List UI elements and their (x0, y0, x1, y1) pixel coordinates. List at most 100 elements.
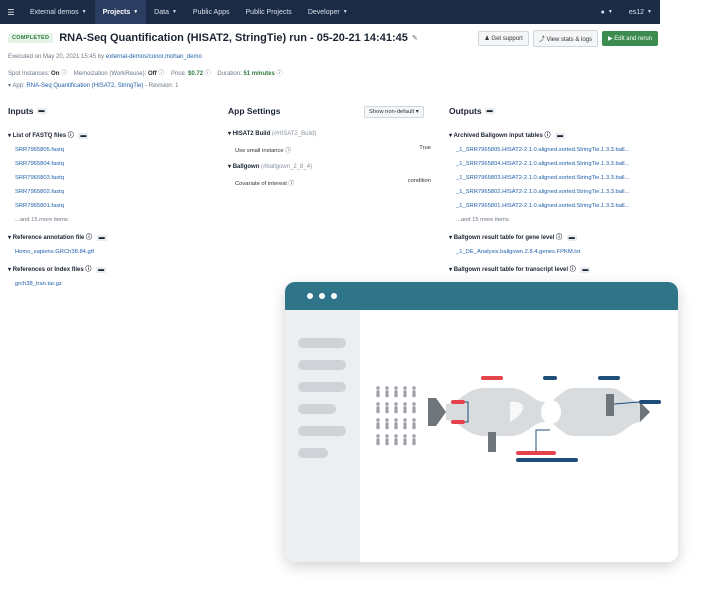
hisat-section-header[interactable]: ▾ HISAT2 Build (#HISAT2_Build) (228, 130, 438, 137)
person-icon (412, 434, 416, 446)
fastq-section-header[interactable]: ▾ List of FASTQ files ⓘ ▬ (8, 130, 208, 139)
sidebar-placeholder (298, 448, 328, 458)
get-support-label: Get support (491, 35, 523, 42)
info-icon: ⓘ (67, 133, 74, 139)
pencil-icon[interactable]: ✎ (412, 34, 418, 42)
gene-section-header[interactable]: ▾ Ballgown result table for gene level ⓘ… (449, 232, 664, 241)
flow-bar (488, 432, 496, 452)
setting-label: Use small instance ⓘ (235, 145, 291, 154)
folder-icon[interactable]: ▬ (78, 133, 89, 139)
archived-section-header[interactable]: ▾ Archived Ballgown input tables ⓘ ▬ (449, 130, 664, 139)
inputs-column: Inputs ▬ ▾ List of FASTQ files ⓘ ▬ SRR796… (8, 106, 208, 287)
chevron-down-icon: ▾ (415, 109, 419, 115)
nav-public-apps[interactable]: Public Apps (185, 0, 238, 24)
nav-label: Public Apps (192, 8, 230, 16)
folder-icon[interactable]: ▬ (96, 267, 107, 273)
list-item[interactable]: _1_SRR7965802.HISAT2-2.1.0.aligned.sorte… (456, 189, 664, 195)
window-title-bar (285, 282, 678, 310)
memo-value: Off (147, 71, 157, 77)
user-name: es12 (628, 8, 645, 16)
top-nav: ☰ External demos ▼ Projects ▼ Data ▼ Public… (0, 0, 660, 24)
person-icon (394, 434, 398, 446)
revision-label: - Revision: 1 (145, 83, 179, 89)
person-icon (385, 386, 389, 398)
marker-red (516, 451, 556, 455)
outputs-heading: Outputs ▬ (449, 106, 664, 116)
nav-public-projects[interactable]: Public Projects (238, 0, 300, 24)
folder-icon[interactable]: ▬ (555, 133, 566, 139)
folder-icon[interactable]: ▬ (566, 235, 577, 241)
people-grid-icon (376, 386, 416, 446)
get-support-button[interactable]: ♟ Get support (478, 30, 529, 46)
folder-icon[interactable]: ▬ (484, 108, 495, 114)
folder-icon[interactable]: ▬ (96, 235, 107, 241)
list-item[interactable]: SRR7965805.fastq (15, 147, 208, 153)
hisat-label: HISAT2 Build (232, 131, 271, 137)
person-icon (376, 434, 380, 446)
nav-projects[interactable]: Projects ▼ (94, 0, 147, 24)
nav-developer[interactable]: Developer ▼ (300, 0, 356, 24)
setting-row: Covariate of interest ⓘ condition (235, 178, 431, 187)
notifications-bell[interactable]: ● ▼ (593, 9, 621, 16)
list-item[interactable]: _1_SRR7965803.HISAT2-2.1.0.aligned.sorte… (456, 175, 664, 181)
person-icon (403, 434, 407, 446)
hisat-id: (#HISAT2_Build) (271, 131, 317, 137)
window-dot-icon (331, 293, 337, 299)
menu-icon[interactable]: ☰ (0, 8, 22, 17)
nav-data[interactable]: Data ▼ (146, 0, 185, 24)
info-icon: ⓘ (86, 235, 93, 241)
info-icon: ⓘ (276, 71, 283, 77)
annotation-section-header[interactable]: ▾ Reference annotation file ⓘ ▬ (8, 232, 208, 241)
archived-label: Archived Ballgown input tables (453, 133, 543, 139)
workflow-illustration (376, 376, 661, 462)
edit-rerun-label: Edit and rerun (614, 35, 652, 42)
illustration-sidebar (285, 310, 360, 562)
nav-external-demos[interactable]: External demos ▼ (22, 0, 95, 24)
transcript-label: Ballgown result table for transcript lev… (453, 267, 569, 273)
person-icon (394, 402, 398, 414)
chevron-down-icon: ▼ (133, 9, 139, 15)
list-item[interactable]: _1_DE_Analysis.ballgown.2.8.4.genes.FPKM… (456, 249, 664, 255)
list-item[interactable]: SRR7965804.fastq (15, 161, 208, 167)
ballgown-section-header[interactable]: ▾ Ballgown (#ballgown_2_8_4) (228, 163, 438, 170)
index-label: References or Index files (12, 267, 84, 273)
executed-by-link[interactable]: external-demos/conor.mohan_demo (106, 54, 202, 60)
list-item[interactable]: grch38_tran.tar.gz (15, 281, 208, 287)
spot-label: Spot Instances: (8, 71, 50, 77)
marker-red (451, 400, 465, 404)
transcript-section-header[interactable]: ▾ Ballgown result table for transcript l… (449, 264, 664, 273)
caret-down-icon[interactable]: ▾ (8, 83, 11, 89)
show-non-default-dropdown[interactable]: Show non-default ▾ (364, 106, 424, 118)
list-item[interactable]: _1_SRR7965804.HISAT2-2.1.0.aligned.sorte… (456, 161, 664, 167)
run-stats-line: Spot Instances: On ⓘ Memoization (WorkRe… (8, 68, 282, 77)
list-item[interactable]: SRR7965801.fastq (15, 203, 208, 209)
nav-label: Developer (307, 8, 340, 16)
bell-icon: ● (600, 8, 605, 16)
outputs-column: Outputs ▬ ▾ Archived Ballgown input table… (449, 106, 664, 273)
person-icon (403, 386, 407, 398)
folder-icon[interactable]: ▬ (580, 267, 591, 273)
info-icon: ⓘ (285, 148, 292, 154)
list-item[interactable]: _1_SRR7965801.HISAT2-2.1.0.aligned.sorte… (456, 203, 664, 209)
person-icon (376, 418, 380, 430)
duration-value: 51 minutes (243, 71, 275, 77)
list-item[interactable]: _1_SRR7965805.HISAT2-2.1.0.aligned.sorte… (456, 147, 664, 153)
edit-rerun-button[interactable]: ▶ Edit and rerun (602, 30, 658, 46)
index-section-header[interactable]: ▾ References or Index files ⓘ ▬ (8, 264, 208, 273)
chevron-down-icon: ▼ (607, 9, 613, 15)
list-item[interactable]: Homo_sapiens.GRCh38.84.gtf (15, 249, 208, 255)
view-stats-button[interactable]: ⤴ View stats & logs (532, 29, 599, 47)
settings-column: App Settings ▾ HISAT2 Build (#HISAT2_Bui… (228, 106, 438, 187)
gene-label: Ballgown result table for gene level (453, 235, 555, 241)
ballgown-id: (#ballgown_2_8_4) (261, 164, 313, 170)
folder-icon[interactable]: ▬ (36, 108, 47, 114)
marker-navy (639, 400, 661, 404)
setting-label: Covariate of interest ⓘ (235, 178, 294, 187)
nav-label: Projects (102, 8, 131, 16)
user-menu[interactable]: es12 ▼ (621, 9, 660, 16)
list-item[interactable]: SRR7965802.fastq (15, 189, 208, 195)
person-icon (376, 386, 380, 398)
app-link[interactable]: RNA-Seq Quantification (HISAT2, StringTi… (26, 83, 143, 89)
list-item[interactable]: SRR7965803.fastq (15, 175, 208, 181)
marker-red (481, 376, 503, 380)
